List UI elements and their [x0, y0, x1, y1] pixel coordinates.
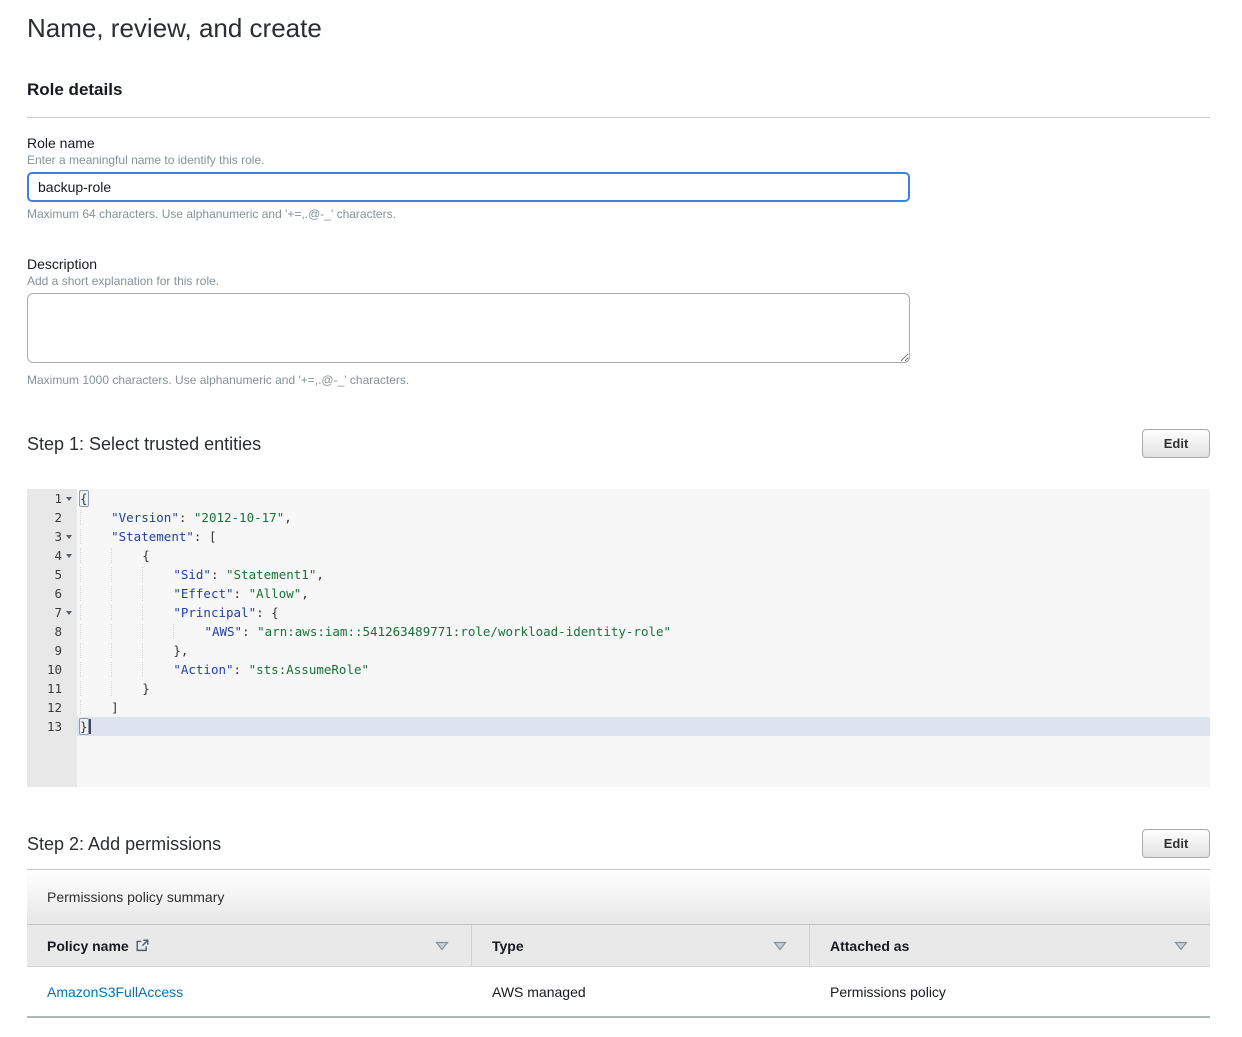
policy-name-filter-icon[interactable]: [435, 941, 449, 951]
attached-as-header-label: Attached as: [830, 938, 909, 954]
line-number-gutter: 4: [27, 546, 77, 565]
role-name-help: Enter a meaningful name to identify this…: [27, 153, 1210, 168]
code-line[interactable]: 9 },: [27, 641, 1210, 660]
code-line-content: "AWS": "arn:aws:iam::541263489771:role/w…: [77, 622, 1210, 641]
code-line[interactable]: 6 "Effect": "Allow",: [27, 584, 1210, 603]
policy-name-header-label: Policy name: [47, 938, 129, 954]
table-row: AmazonS3FullAccess AWS managed Permissio…: [27, 967, 1210, 1018]
permissions-table-header: Policy name Type: [27, 925, 1210, 967]
line-number-gutter: 3: [27, 527, 77, 546]
role-details-heading: Role details: [27, 80, 1210, 100]
line-number-gutter: 2: [27, 508, 77, 527]
code-line-content: }: [77, 717, 1210, 736]
permissions-panel-title: Permissions policy summary: [27, 869, 1210, 925]
line-number-gutter: 9: [27, 641, 77, 660]
role-name-input[interactable]: [27, 172, 910, 202]
line-number-gutter: 13: [27, 717, 77, 736]
trust-policy-editor[interactable]: 1{2 "Version": "2012-10-17",3 "Statement…: [27, 489, 1210, 787]
code-line[interactable]: 5 "Sid": "Statement1",: [27, 565, 1210, 584]
line-number-gutter: 12: [27, 698, 77, 717]
code-line[interactable]: 12 ]: [27, 698, 1210, 717]
line-number-gutter: 8: [27, 622, 77, 641]
section-divider: [27, 117, 1210, 118]
code-line[interactable]: 10 "Action": "sts:AssumeRole": [27, 660, 1210, 679]
role-name-label: Role name: [27, 134, 1210, 152]
step2-header-row: Step 2: Add permissions Edit: [27, 829, 1210, 858]
column-header-attached-as: Attached as: [810, 925, 1210, 966]
code-line-content: "Version": "2012-10-17",: [77, 508, 1210, 527]
description-label: Description: [27, 255, 1210, 273]
attached-as-cell: Permissions policy: [810, 967, 1210, 1016]
line-number-gutter: 7: [27, 603, 77, 622]
permissions-summary-panel: Permissions policy summary Policy name T: [27, 869, 1210, 1018]
code-line[interactable]: 3 "Statement": [: [27, 527, 1210, 546]
code-line[interactable]: 13}: [27, 717, 1210, 736]
code-line-content: "Sid": "Statement1",: [77, 565, 1210, 584]
code-line-content: {: [77, 489, 1210, 508]
line-number-gutter: 5: [27, 565, 77, 584]
code-line[interactable]: 7 "Principal": {: [27, 603, 1210, 622]
fold-arrow-icon[interactable]: [64, 489, 74, 508]
code-line-content: },: [77, 641, 1210, 660]
code-line[interactable]: 1{: [27, 489, 1210, 508]
description-constraint: Maximum 1000 characters. Use alphanumeri…: [27, 373, 1210, 388]
type-filter-icon[interactable]: [773, 941, 787, 951]
page-container: Name, review, and create Role details Ro…: [27, 12, 1210, 1036]
page-title: Name, review, and create: [27, 12, 1210, 44]
code-line-content: {: [77, 546, 1210, 565]
description-textarea[interactable]: [27, 293, 910, 363]
code-line[interactable]: 4 {: [27, 546, 1210, 565]
code-line[interactable]: 8 "AWS": "arn:aws:iam::541263489771:role…: [27, 622, 1210, 641]
description-help: Add a short explanation for this role.: [27, 274, 1210, 289]
line-number-gutter: 11: [27, 679, 77, 698]
column-header-type: Type: [472, 925, 810, 966]
type-header-label: Type: [492, 938, 524, 954]
fold-arrow-icon[interactable]: [64, 546, 74, 565]
line-number-gutter: 1: [27, 489, 77, 508]
code-line-content: "Principal": {: [77, 603, 1210, 622]
code-line-content: "Statement": [: [77, 527, 1210, 546]
text-cursor: [89, 719, 91, 734]
policy-link[interactable]: AmazonS3FullAccess: [47, 984, 183, 1000]
step2-heading: Step 2: Add permissions: [27, 830, 221, 858]
step1-header-row: Step 1: Select trusted entities Edit: [27, 429, 1210, 458]
role-name-constraint: Maximum 64 characters. Use alphanumeric …: [27, 207, 1210, 222]
column-header-policy-name: Policy name: [27, 925, 472, 966]
step1-heading: Step 1: Select trusted entities: [27, 430, 261, 458]
code-line[interactable]: 2 "Version": "2012-10-17",: [27, 508, 1210, 527]
line-number-gutter: 10: [27, 660, 77, 679]
policy-name-cell: AmazonS3FullAccess: [27, 967, 472, 1016]
policy-type-cell: AWS managed: [472, 967, 810, 1016]
code-line-content: "Action": "sts:AssumeRole": [77, 660, 1210, 679]
fold-arrow-icon[interactable]: [64, 603, 74, 622]
attached-as-filter-icon[interactable]: [1174, 941, 1188, 951]
external-link-icon: [136, 939, 149, 952]
step1-edit-button[interactable]: Edit: [1142, 429, 1210, 458]
code-line[interactable]: 11 }: [27, 679, 1210, 698]
code-line-content: }: [77, 679, 1210, 698]
policy-editor-lines: 1{2 "Version": "2012-10-17",3 "Statement…: [27, 489, 1210, 736]
code-line-content: "Effect": "Allow",: [77, 584, 1210, 603]
fold-arrow-icon[interactable]: [64, 527, 74, 546]
line-number-gutter: 6: [27, 584, 77, 603]
code-line-content: ]: [77, 698, 1210, 717]
step2-edit-button[interactable]: Edit: [1142, 829, 1210, 858]
